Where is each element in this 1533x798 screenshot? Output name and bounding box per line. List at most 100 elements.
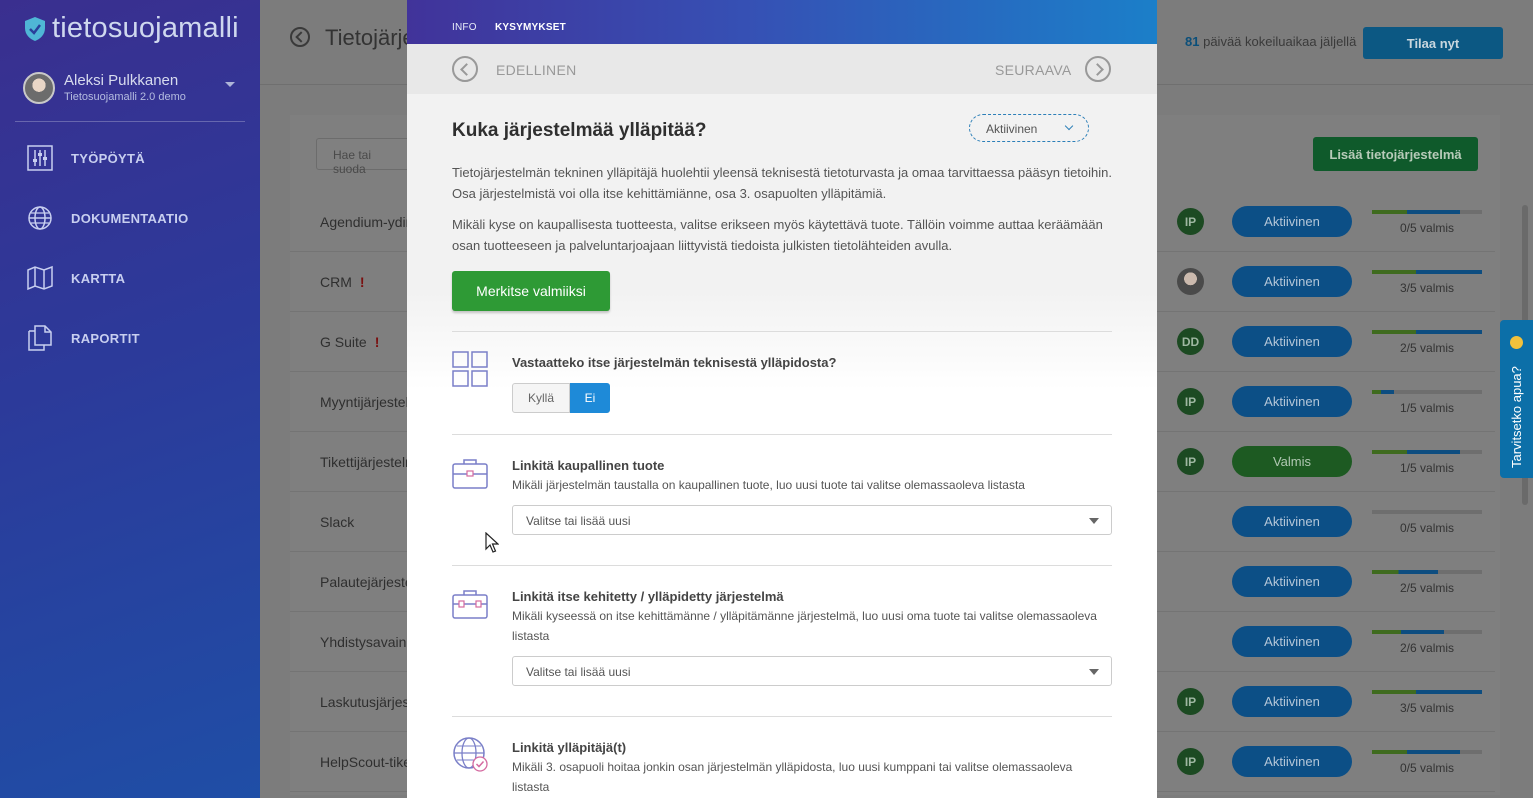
back-arrow-icon[interactable] [290,27,310,47]
selfmade-title: Linkitä itse kehitetty / ylläpidetty jär… [512,589,784,604]
tab-questions[interactable]: KYSYMYKSET [495,22,566,33]
documents-icon [28,325,52,351]
progress-fill [1372,450,1460,454]
page-title: Tietojärje [325,25,415,50]
system-name[interactable]: Myyntijärjestel [320,394,409,410]
system-name-text: HelpScout-tike [320,754,412,770]
next-arrow-icon[interactable] [1085,56,1111,82]
sidebar-nav: TYÖPÖYTÄ DOKUMENTAATIO KARTTA RAPORTIT [0,128,260,368]
avatar [23,72,55,104]
sidebar-item-tyopoyta[interactable]: TYÖPÖYTÄ [0,128,260,188]
owner-badge: IP [1177,448,1204,475]
progress-fill [1372,270,1482,274]
warning-icon: ! [359,274,365,290]
scrollbar[interactable] [1522,195,1528,775]
status-badge[interactable]: Aktiivinen [1232,386,1352,417]
progress-fill [1372,570,1438,574]
status-badge[interactable]: Aktiivinen [1232,566,1352,597]
user-org: Tietosuojamalli 2.0 demo [64,91,186,103]
tab-info[interactable]: INFO [452,22,477,33]
owner-badge: IP [1177,748,1204,775]
logo[interactable]: tietosuojamalli [24,12,239,45]
sidebar-item-dokumentaatio[interactable]: DOKUMENTAATIO [0,188,260,248]
system-name-text: CRM [320,274,352,290]
system-name[interactable]: Yhdistysavain [320,634,406,650]
system-name[interactable]: Agendium-ydin [320,214,413,230]
system-name[interactable]: Laskutusjärjes [320,694,410,710]
sidebar-item-label: DOKUMENTAATIO [71,210,189,226]
system-name-text: Myyntijärjestel [320,394,409,410]
map-icon [27,265,53,291]
status-badge[interactable]: Aktiivinen [1232,686,1352,717]
system-name-text: Agendium-ydin [320,214,414,230]
prev-arrow-icon[interactable] [452,56,478,82]
progress-fill [1372,630,1444,634]
system-name[interactable]: G Suite! [320,334,379,350]
yes-option[interactable]: Kyllä [512,383,570,413]
progress-bar [1372,210,1482,214]
divider [452,716,1112,717]
sidebar: tietosuojamalli Aleksi Pulkkanen Tietosu… [0,0,260,798]
question-title: Kuka järjestelmää ylläpitää? [452,120,707,141]
status-badge[interactable]: Aktiivinen [1232,746,1352,777]
progress-label: 1/5 valmis [1400,401,1455,415]
progress-fill [1372,390,1394,394]
question-nav: EDELLINEN SEURAAVA [407,44,1157,94]
toolbox-icon [452,590,488,619]
order-button[interactable]: Tilaa nyt [1363,27,1503,59]
divider [452,565,1112,566]
system-name[interactable]: Slack [320,514,354,530]
caret-down-icon[interactable] [225,82,235,87]
own-maintenance-title: Vastaatteko itse järjestelmän teknisestä… [512,355,837,370]
user-name: Aleksi Pulkkanen [64,72,179,89]
no-option[interactable]: Ei [570,383,610,413]
progress-bar [1372,510,1482,514]
system-name-text: Laskutusjärjes [320,694,410,710]
sidebar-item-kartta[interactable]: KARTTA [0,248,260,308]
progress-label: 0/5 valmis [1400,221,1455,235]
progress-bar [1372,630,1482,634]
add-system-button[interactable]: Lisää tietojärjestelmä [1313,137,1478,171]
status-badge[interactable]: Aktiivinen [1232,506,1352,537]
user-menu[interactable]: Aleksi Pulkkanen Tietosuojamalli 2.0 dem… [15,60,245,122]
owner-badge: IP [1177,208,1204,235]
sidebar-item-raportit[interactable]: RAPORTIT [0,308,260,368]
status-badge[interactable]: Aktiivinen [1232,626,1352,657]
progress-bar [1372,750,1482,754]
commercial-select[interactable]: Valitse tai lisää uusi [512,505,1112,535]
system-name[interactable]: Palautejärjeste [320,574,413,590]
system-name[interactable]: Tikettijärjestelm [320,454,417,470]
progress-bar [1372,690,1482,694]
status-badge[interactable]: Aktiivinen [1232,326,1352,357]
progress-fill [1372,750,1460,754]
globe-icon [28,206,52,230]
help-tab[interactable]: Tarvitsetko apua? [1500,320,1533,478]
status-badge[interactable]: Aktiivinen [1232,206,1352,237]
status-badge[interactable]: Aktiivinen [1232,266,1352,297]
grid-icon [452,351,488,387]
state-select[interactable]: Aktiivinen [969,114,1089,142]
progress-label: 0/5 valmis [1400,521,1455,535]
progress-bar [1372,450,1482,454]
trial-text: päivää kokeiluaikaa jäljellä [1203,34,1357,49]
sliders-icon [27,145,53,171]
progress-label: 1/5 valmis [1400,461,1455,475]
maintainer-desc: Mikäli 3. osapuoli hoitaa jonkin osan jä… [512,760,1073,794]
next-button[interactable]: SEURAAVA [995,62,1072,78]
search-input[interactable]: Hae tai suoda [316,138,416,176]
mark-done-button[interactable]: Merkitse valmiiksi [452,271,610,311]
system-name[interactable]: HelpScout-tike [320,754,411,770]
commercial-title: Linkitä kaupallinen tuote [512,458,665,473]
warning-icon: ! [374,334,380,350]
prev-button[interactable]: EDELLINEN [496,62,577,78]
progress-label: 0/5 valmis [1400,761,1455,775]
selfmade-select[interactable]: Valitse tai lisää uusi [512,656,1112,686]
system-name[interactable]: CRM! [320,274,365,290]
progress-bar [1372,570,1482,574]
status-badge[interactable]: Valmis [1232,446,1352,477]
modal-body: Kuka järjestelmää ylläpitää? Aktiivinen … [407,94,1157,798]
divider [452,331,1112,332]
sidebar-item-label: KARTTA [71,270,126,286]
trial-info: 81 päivää kokeiluaikaa jäljellä [1185,34,1356,49]
description-1: Tietojärjestelmän tekninen ylläpitäjä hu… [452,165,1112,201]
